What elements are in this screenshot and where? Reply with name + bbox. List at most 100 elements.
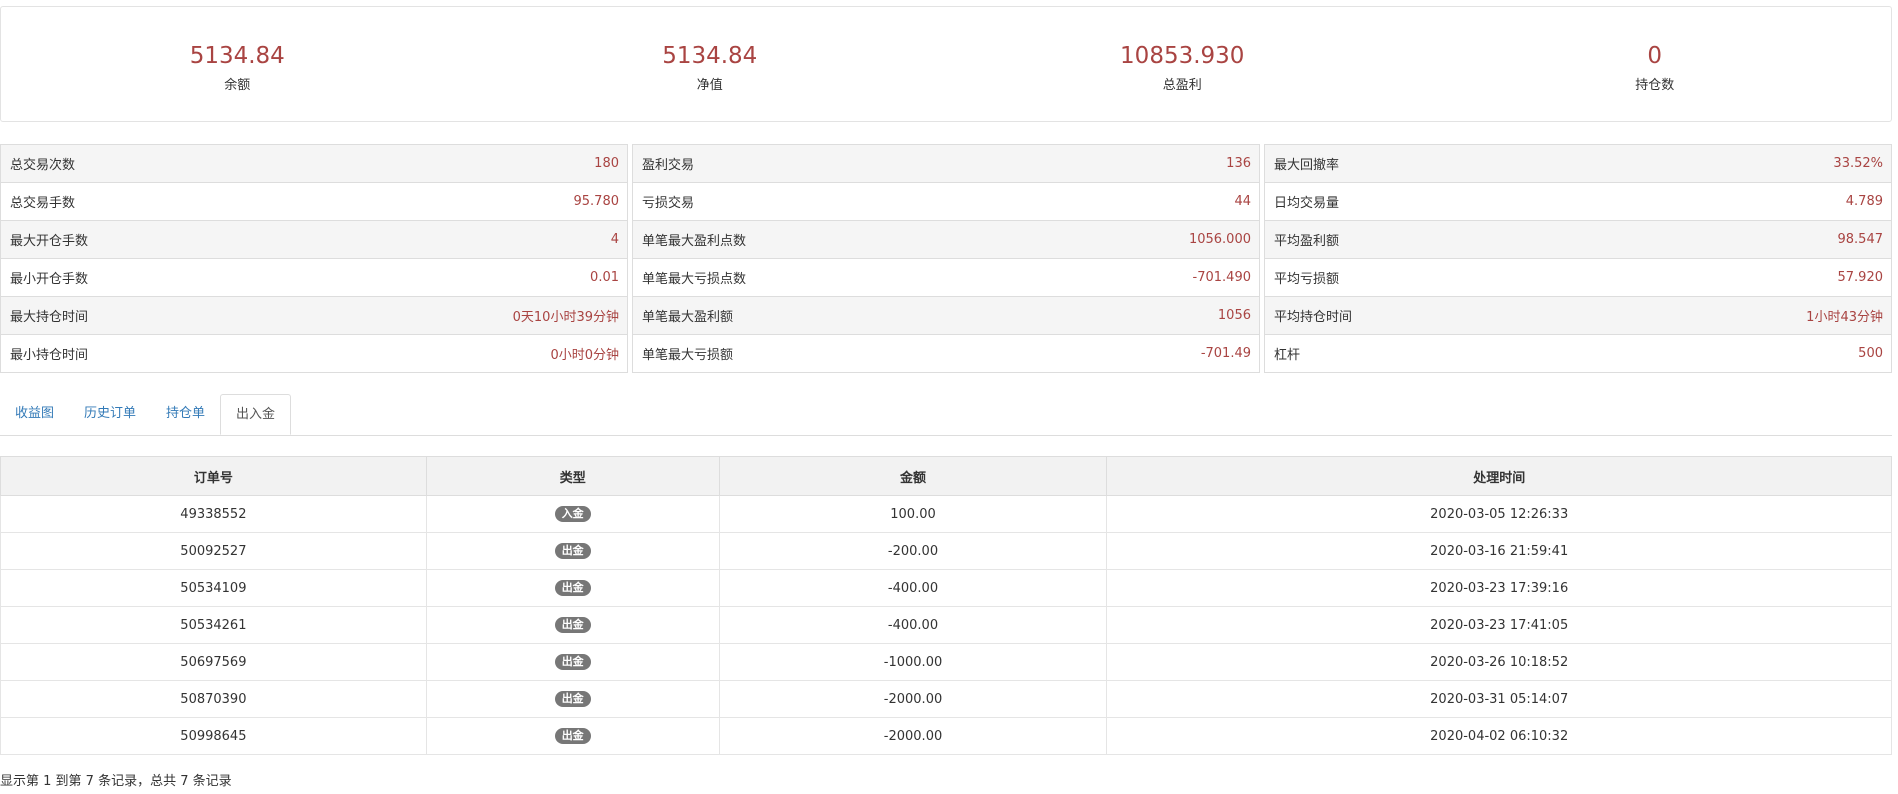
stat-label: 最大开仓手数 xyxy=(10,234,89,249)
summary-total-profit: 10853.930 总盈利 xyxy=(946,7,1419,121)
cell-order-id: 49338552 xyxy=(0,495,427,533)
stat-value: 95.780 xyxy=(573,194,620,209)
stat-value: 0小时0分钟 xyxy=(550,348,619,363)
stat-label: 平均盈利额 xyxy=(1274,234,1340,249)
stat-row: 总交易手数 95.780 xyxy=(0,183,628,221)
tab-open-positions[interactable]: 持仓单 xyxy=(151,394,220,435)
tab-order-history[interactable]: 历史订单 xyxy=(69,394,151,435)
cell-type: 出金 xyxy=(425,569,720,607)
cell-type: 出金 xyxy=(425,717,720,755)
cell-amount: -200.00 xyxy=(718,532,1108,570)
stat-label: 平均亏损额 xyxy=(1274,272,1340,287)
stat-value: 500 xyxy=(1858,346,1883,361)
type-badge: 出金 xyxy=(554,728,591,744)
summary-value: 10853.930 xyxy=(1120,43,1245,69)
stat-row: 杠杆 500 xyxy=(1264,335,1892,373)
table-row: 50697569 出金 -1000.00 2020-03-26 10:18:52 xyxy=(0,643,1892,681)
stat-value: 1056 xyxy=(1217,308,1251,323)
stats-column-1: 总交易次数 180 总交易手数 95.780 最大开仓手数 4 最小开仓手数 0.01 … xyxy=(0,144,628,374)
table-row: 50998645 出金 -2000.00 2020-04-02 06:10:32 xyxy=(0,717,1892,755)
stat-label: 单笔最大亏损点数 xyxy=(642,272,747,287)
stat-row: 盈利交易 136 xyxy=(632,145,1260,183)
stat-label: 亏损交易 xyxy=(642,196,695,211)
cell-time: 2020-03-26 10:18:52 xyxy=(1106,643,1892,681)
stat-row: 最小持仓时间 0小时0分钟 xyxy=(0,335,628,373)
table-row: 50092527 出金 -200.00 2020-03-16 21:59:41 xyxy=(0,532,1892,570)
cell-order-id: 50870390 xyxy=(0,680,427,718)
stat-label: 总交易手数 xyxy=(10,196,76,211)
stat-label: 单笔最大亏损额 xyxy=(642,348,734,363)
column-header-amount[interactable]: 金额 xyxy=(718,456,1108,496)
type-badge: 出金 xyxy=(554,691,591,707)
column-header-process-time[interactable]: 处理时间 xyxy=(1106,456,1892,496)
stat-label: 日均交易量 xyxy=(1274,196,1340,211)
stat-value: 180 xyxy=(594,156,619,171)
stat-row: 单笔最大盈利点数 1056.000 xyxy=(632,221,1260,259)
summary-label: 余额 xyxy=(224,78,251,93)
stat-row: 平均盈利额 98.547 xyxy=(1264,221,1892,259)
stat-value: 4 xyxy=(610,232,619,247)
stat-value: 0天10小时39分钟 xyxy=(512,310,619,325)
table-row: 50534109 出金 -400.00 2020-03-23 17:39:16 xyxy=(0,569,1892,607)
stat-value: 1056.000 xyxy=(1188,232,1251,247)
cell-time: 2020-03-23 17:39:16 xyxy=(1106,569,1892,607)
cell-time: 2020-04-02 06:10:32 xyxy=(1106,717,1892,755)
table-header-row: 订单号 类型 金额 处理时间 xyxy=(0,456,1892,496)
summary-label: 持仓数 xyxy=(1635,78,1675,93)
stat-value: 0.01 xyxy=(590,270,619,285)
column-header-order-id[interactable]: 订单号 xyxy=(0,456,427,496)
stat-row: 最大持仓时间 0天10小时39分钟 xyxy=(0,297,628,335)
cell-time: 2020-03-31 05:14:07 xyxy=(1106,680,1892,718)
tab-bar: 收益图 历史订单 持仓单 出入金 xyxy=(0,394,1892,436)
stat-row: 最小开仓手数 0.01 xyxy=(0,259,628,297)
transactions-table: 订单号 类型 金额 处理时间 49338552 入金 100.00 2020-0… xyxy=(0,456,1892,755)
stat-value: -701.490 xyxy=(1192,270,1251,285)
cell-amount: -2000.00 xyxy=(718,680,1108,718)
stats-column-3: 最大回撤率 33.52% 日均交易量 4.789 平均盈利额 98.547 平均亏损额… xyxy=(1264,144,1892,374)
cell-amount: 100.00 xyxy=(718,495,1108,533)
stat-label: 最大持仓时间 xyxy=(10,310,89,325)
stat-value: 1小时43分钟 xyxy=(1806,310,1883,325)
column-header-type[interactable]: 类型 xyxy=(425,456,720,496)
cell-amount: -2000.00 xyxy=(718,717,1108,755)
tab-profit-chart[interactable]: 收益图 xyxy=(0,394,69,435)
table-row: 50870390 出金 -2000.00 2020-03-31 05:14:07 xyxy=(0,680,1892,718)
table-row: 50534261 出金 -400.00 2020-03-23 17:41:05 xyxy=(0,606,1892,644)
stat-value: 136 xyxy=(1226,156,1251,171)
stat-row: 最大回撤率 33.52% xyxy=(1264,145,1892,183)
stat-row: 总交易次数 180 xyxy=(0,145,628,183)
summary-positions: 0 持仓数 xyxy=(1419,7,1892,121)
stat-value: -701.49 xyxy=(1200,346,1251,361)
stats-column-2: 盈利交易 136 亏损交易 44 单笔最大盈利点数 1056.000 单笔最大亏损点数… xyxy=(632,144,1260,374)
stat-row: 平均持仓时间 1小时43分钟 xyxy=(1264,297,1892,335)
cell-type: 出金 xyxy=(425,606,720,644)
stat-row: 最大开仓手数 4 xyxy=(0,221,628,259)
stat-label: 总交易次数 xyxy=(10,158,76,173)
cell-order-id: 50697569 xyxy=(0,643,427,681)
cell-order-id: 50534109 xyxy=(0,569,427,607)
cell-time: 2020-03-05 12:26:33 xyxy=(1106,495,1892,533)
stat-value: 98.547 xyxy=(1837,232,1884,247)
type-badge: 出金 xyxy=(554,543,591,559)
stat-label: 杠杆 xyxy=(1274,348,1301,363)
stat-label: 单笔最大盈利额 xyxy=(642,310,734,325)
type-badge: 出金 xyxy=(554,580,591,596)
summary-equity: 5134.84 净值 xyxy=(474,7,947,121)
summary-label: 总盈利 xyxy=(1162,78,1202,93)
type-badge: 出金 xyxy=(554,654,591,670)
cell-order-id: 50092527 xyxy=(0,532,427,570)
stat-row: 单笔最大亏损额 -701.49 xyxy=(632,335,1260,373)
account-summary: 5134.84 余额 5134.84 净值 10853.930 总盈利 0 持仓… xyxy=(0,6,1892,122)
page: 5134.84 余额 5134.84 净值 10853.930 总盈利 0 持仓… xyxy=(0,0,1898,794)
stat-label: 最小持仓时间 xyxy=(10,348,89,363)
stat-label: 单笔最大盈利点数 xyxy=(642,234,747,249)
stat-label: 最大回撤率 xyxy=(1274,158,1340,173)
table-row: 49338552 入金 100.00 2020-03-05 12:26:33 xyxy=(0,495,1892,533)
tab-deposits-withdrawals[interactable]: 出入金 xyxy=(220,394,292,435)
stat-row: 日均交易量 4.789 xyxy=(1264,183,1892,221)
cell-time: 2020-03-23 17:41:05 xyxy=(1106,606,1892,644)
stat-label: 平均持仓时间 xyxy=(1274,310,1353,325)
cell-order-id: 50534261 xyxy=(0,606,427,644)
cell-type: 出金 xyxy=(425,643,720,681)
summary-label: 净值 xyxy=(696,78,723,93)
